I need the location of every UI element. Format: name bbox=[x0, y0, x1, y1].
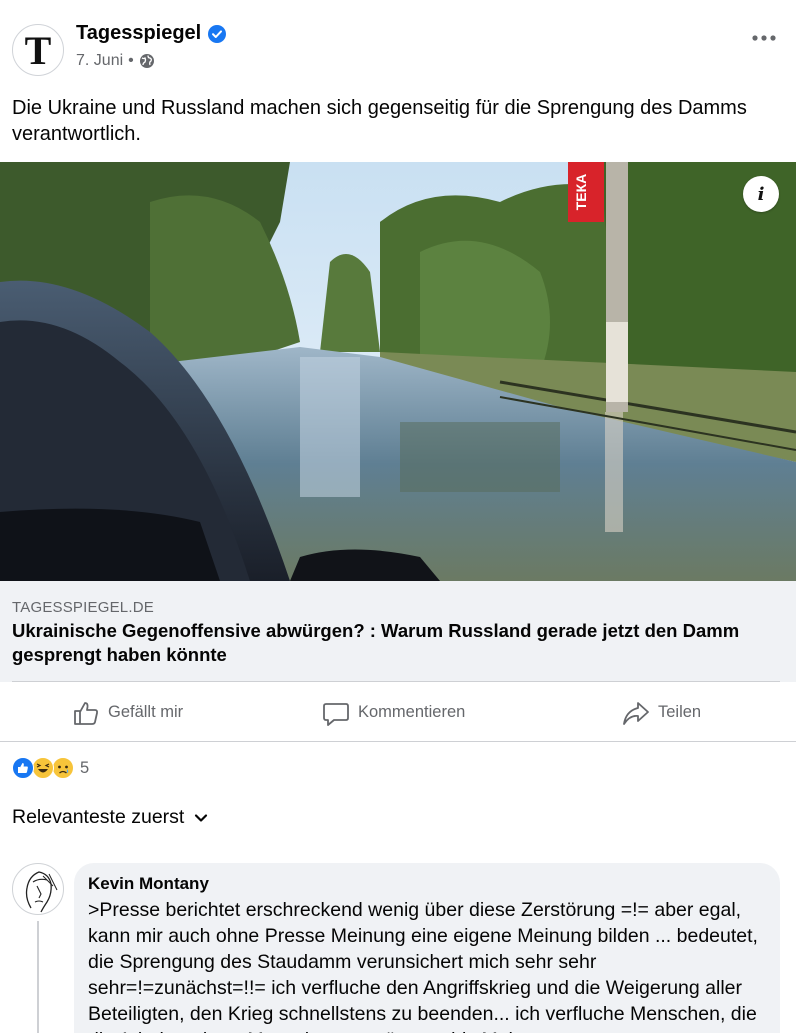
comment-sort-dropdown[interactable]: Relevanteste zuerst bbox=[12, 806, 210, 829]
flooded-street-photo: ТЕКА bbox=[0, 162, 796, 581]
comment-label: Kommentieren bbox=[358, 703, 466, 721]
link-title[interactable]: Ukrainische Gegenoffensive abwürgen? : W… bbox=[12, 619, 787, 667]
post-meta: 7. Juni • bbox=[76, 52, 155, 70]
more-options-button[interactable] bbox=[744, 26, 784, 50]
pharmacy-sign-text: ТЕКА bbox=[573, 174, 589, 211]
like-button[interactable]: Gefällt mir bbox=[72, 684, 183, 741]
commenter-avatar[interactable] bbox=[12, 863, 64, 915]
haha-reaction-icon bbox=[32, 757, 54, 779]
sort-label: Relevanteste zuerst bbox=[12, 806, 185, 828]
post-date[interactable]: 7. Juni bbox=[76, 52, 123, 70]
thumbs-up-icon bbox=[74, 701, 98, 725]
like-reaction-icon bbox=[12, 757, 34, 779]
page-avatar[interactable]: T bbox=[12, 24, 64, 76]
comment-bubble: Kevin Montany >Presse berichtet erschrec… bbox=[74, 863, 780, 1033]
action-bar: Gefällt mir Kommentieren Teilen bbox=[0, 684, 796, 741]
link-divider bbox=[12, 681, 780, 682]
verified-badge-icon bbox=[208, 24, 227, 43]
link-preview-image[interactable]: ТЕКА bbox=[0, 162, 796, 581]
post-text: Die Ukraine und Russland machen sich geg… bbox=[12, 97, 747, 145]
more-dots-icon bbox=[752, 35, 776, 41]
page-name[interactable]: Tagesspiegel bbox=[76, 22, 201, 45]
globe-icon bbox=[139, 54, 154, 68]
comment-button[interactable]: Kommentieren bbox=[322, 684, 465, 741]
facebook-post-view: T Tagesspiegel 7. Juni • Die Ukraine und bbox=[0, 0, 796, 1033]
post-header: T Tagesspiegel 7. Juni • bbox=[12, 22, 784, 78]
share-arrow-icon bbox=[623, 701, 649, 725]
link-preview-box[interactable]: TAGESSPIEGEL.DE Ukrainische Gegenoffensi… bbox=[0, 581, 796, 682]
page-name-link[interactable]: Tagesspiegel bbox=[76, 22, 227, 45]
comment-text: >Presse berichtet erschreckend wenig übe… bbox=[88, 899, 758, 1033]
comment-thread-line bbox=[37, 921, 39, 1033]
link-domain: TAGESSPIEGEL.DE bbox=[12, 599, 154, 616]
info-button[interactable]: i bbox=[743, 176, 779, 212]
chevron-down-icon bbox=[195, 813, 208, 822]
comment-author[interactable]: Kevin Montany bbox=[88, 873, 766, 895]
like-label: Gefällt mir bbox=[108, 703, 184, 721]
share-label: Teilen bbox=[658, 703, 702, 721]
action-bar-divider bbox=[0, 741, 796, 742]
comment-bubble-icon bbox=[323, 702, 349, 726]
sad-reaction-icon bbox=[52, 757, 74, 779]
sketch-face-icon bbox=[25, 871, 58, 913]
meta-separator: • bbox=[128, 52, 134, 69]
reaction-summary[interactable]: 5 bbox=[12, 757, 89, 779]
reaction-count: 5 bbox=[80, 758, 90, 777]
share-button[interactable]: Teilen bbox=[622, 684, 701, 741]
